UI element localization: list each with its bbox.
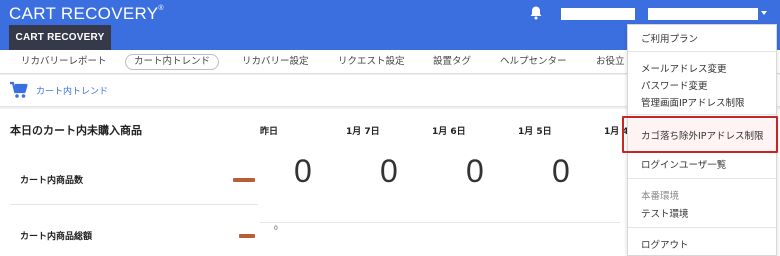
user-menu-toggle[interactable] [648,8,758,20]
tab-useful[interactable]: お役立 [596,54,625,70]
menu-divider [628,227,776,228]
column-header-yesterday: 昨日 [260,127,279,137]
metric-label-item-count: カート内商品数 [20,176,84,186]
account-name-field[interactable] [561,8,635,20]
logo[interactable]: CART RECOVERY® [9,4,164,24]
tab-help-center[interactable]: ヘルプセンター [500,54,567,70]
value-jan6: 0 [466,153,484,189]
menu-item-change-password[interactable]: パスワード変更 [641,78,708,92]
value-jan7: 0 [380,153,398,189]
menu-item-login-users[interactable]: ログインユーザ一覧 [641,157,726,171]
menu-item-test-env[interactable]: テスト環境 [641,206,689,220]
tab-install-tag[interactable]: 設置タグ [433,54,471,70]
tab-cart-trend[interactable]: カート内トレンド [125,54,220,70]
column-header-jan7: 1月 7日 [346,127,380,137]
column-header-jan5: 1月 5日 [518,127,552,137]
menu-divider [628,178,776,179]
logo-text: CART RECOVERY [9,4,159,23]
menu-divider [628,114,776,115]
tab-recovery-report[interactable]: リカバリーレポート [21,54,107,70]
menu-item-logout[interactable]: ログアウト [641,237,689,251]
highlight-box [622,116,778,153]
menu-item-change-email[interactable]: メールアドレス変更 [641,61,727,75]
metric-value-item-total [239,234,255,238]
value-yesterday: 0 [294,153,312,189]
chevron-down-icon[interactable] [761,11,767,15]
divider [10,204,258,205]
menu-item-admin-ip-restriction[interactable]: 管理画面IPアドレス制限 [641,95,745,109]
metric-value-item-count [233,178,255,182]
column-header-jan6: 1月 6日 [432,127,466,137]
metric-label-item-total: カート内商品総額 [20,232,93,242]
registered-mark: ® [158,5,164,12]
menu-item-production-env[interactable]: 本番環境 [641,188,679,202]
menu-divider [628,51,776,52]
menu-item-plan[interactable]: ご利用プラン [641,31,698,45]
page-title: カート内トレンド [36,87,109,97]
value-jan5: 0 [552,153,570,189]
tab-request-settings[interactable]: リクエスト設定 [338,54,405,70]
section-title: 本日のカート内未購入商品 [10,124,142,137]
bell-icon[interactable] [528,5,544,21]
axis-tick-zero: 0 [274,225,278,232]
tab-recovery-settings[interactable]: リカバリー設定 [242,54,309,70]
cart-icon [10,81,28,98]
app-tab-cart-recovery[interactable]: CART RECOVERY [9,25,111,50]
chart-baseline [260,222,620,223]
